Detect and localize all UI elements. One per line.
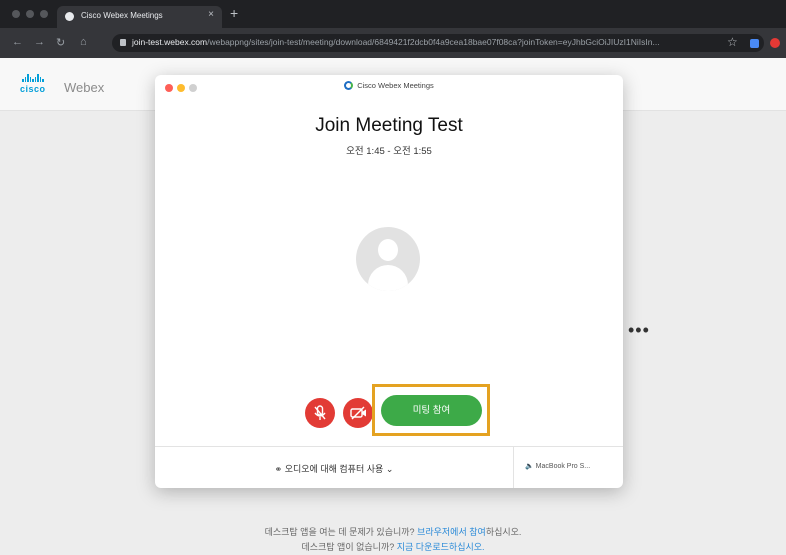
chevron-down-icon: ⌄ [385,464,394,474]
download-now-link[interactable]: 지금 다운로드하십시오. [397,542,485,552]
browser-tab-bar: Cisco Webex Meetings × + [0,0,786,28]
audio-bar: ⚭ 오디오에 대해 컴퓨터 사용 ⌄ 🔈 MacBook Pro S... [155,446,623,488]
avatar-body-icon [368,265,408,291]
cisco-logo-text: cisco [20,84,46,94]
meeting-time: 오전 1:45 - 오전 1:55 [346,146,432,157]
home-icon[interactable]: ⌂ [80,36,87,48]
window-zoom-icon[interactable] [40,10,48,18]
url-text: join-test.webex.com/webappng/sites/join-… [132,37,660,47]
forward-icon[interactable]: → [34,36,45,48]
profile-icon[interactable] [770,38,780,48]
avatar [356,227,420,291]
tab-close-icon[interactable]: × [208,9,214,20]
help-line-browser: 데스크탑 앱을 여는 데 문제가 있습니까? 브라우저에서 참여하십시오. [264,527,522,537]
tab-title: Cisco Webex Meetings [81,11,163,20]
speaker-select[interactable]: 🔈 MacBook Pro S... [525,462,590,470]
window-minimize-icon[interactable] [26,10,34,18]
video-off-icon [350,406,366,420]
join-from-browser-link[interactable]: 브라우저에서 참여 [417,527,486,537]
meeting-title: Join Meeting Test [315,115,463,136]
stop-video-button[interactable] [343,398,373,428]
address-bar[interactable]: join-test.webex.com/webappng/sites/join-… [112,34,764,52]
audio-connection-select[interactable]: ⚭ 오디오에 대해 컴퓨터 사용 ⌄ [155,462,513,475]
browser-tab[interactable]: Cisco Webex Meetings × [57,6,222,28]
join-meeting-button[interactable]: 미팅 참여 [381,395,482,426]
help-line-download: 데스크탑 앱이 없습니까? 지금 다운로드하십시오. [301,542,485,552]
webex-favicon-icon [65,12,74,21]
reload-icon[interactable]: ↻ [56,36,65,49]
webex-logo-text: Webex [64,80,105,95]
speaker-icon: 🔈 [525,463,534,470]
mute-audio-button[interactable] [305,398,335,428]
cisco-logo-icon [22,74,44,82]
new-tab-button[interactable]: + [230,5,238,21]
bookmark-star-icon[interactable]: ☆ [727,35,738,49]
back-icon[interactable]: ← [12,36,23,48]
window-close-icon[interactable] [12,10,20,18]
microphone-muted-icon [314,405,326,420]
headset-icon: ⚭ [274,464,283,474]
extension-icon[interactable] [750,39,759,48]
more-options-icon[interactable]: ••• [628,320,650,341]
webex-logo-icon [344,81,354,90]
avatar-head-icon [378,239,398,261]
lock-icon [120,39,126,46]
browser-toolbar: ← → ↻ ⌂ join-test.webex.com/webappng/sit… [0,28,786,58]
divider [513,447,514,488]
webex-meeting-dialog: Cisco Webex Meetings Join Meeting Test 오… [155,75,623,488]
dialog-title: Cisco Webex Meetings [155,81,623,90]
